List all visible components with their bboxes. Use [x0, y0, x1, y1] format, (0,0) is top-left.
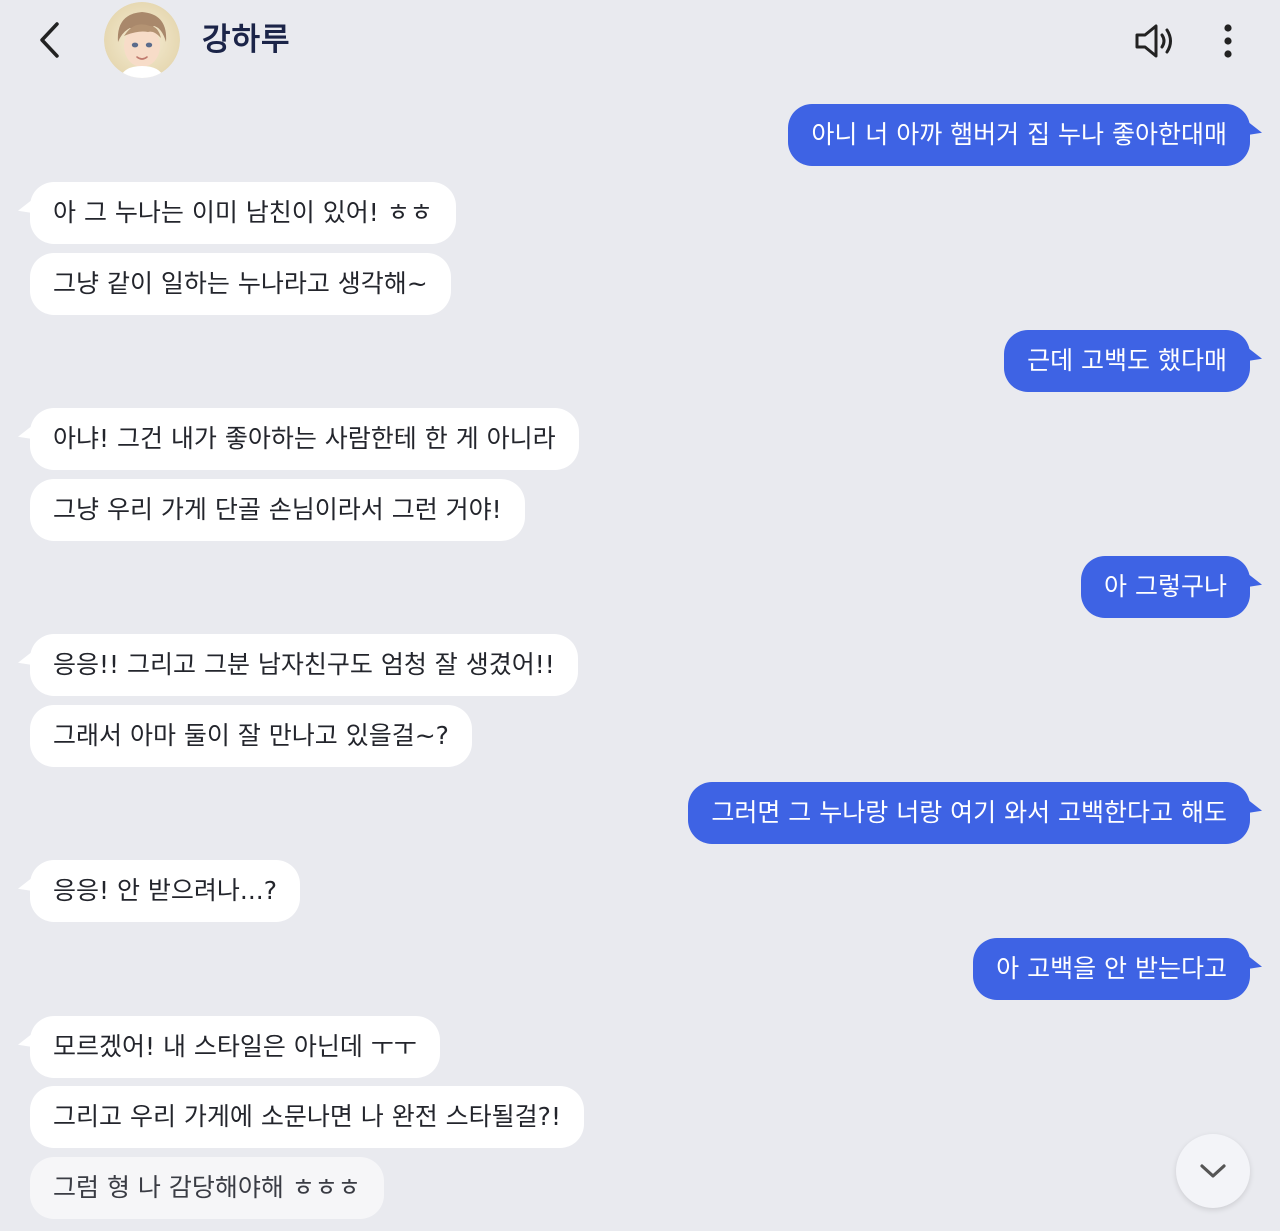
received-message[interactable]: 그래서 아마 둘이 잘 만나고 있을걸~? — [30, 705, 472, 767]
chevron-down-icon — [1200, 1164, 1226, 1178]
received-message[interactable]: 그럼 형 나 감당해야해 ㅎㅎㅎ — [30, 1157, 384, 1219]
sound-button[interactable] — [1130, 18, 1178, 64]
more-vertical-icon — [1224, 24, 1232, 58]
sent-message[interactable]: 아니 너 아까 햄버거 집 누나 좋아한대매 — [788, 104, 1250, 166]
sent-message[interactable]: 그러면 그 누나랑 너랑 여기 와서 고백한다고 해도 — [688, 782, 1250, 844]
avatar[interactable] — [104, 2, 180, 78]
sent-message[interactable]: 아 그렇구나 — [1081, 556, 1250, 618]
chat-header: 강하루 — [0, 0, 1280, 82]
back-button[interactable] — [28, 18, 72, 62]
received-message[interactable]: 그냥 우리 가게 단골 손님이라서 그런 거야! — [30, 479, 525, 541]
speaker-icon — [1135, 24, 1172, 58]
received-message[interactable]: 모르겠어! 내 스타일은 아닌데 ㅜㅜ — [30, 1016, 440, 1078]
received-message[interactable]: 응응! 안 받으려나...? — [30, 860, 301, 922]
received-message[interactable]: 그냥 같이 일하는 누나라고 생각해~ — [30, 253, 451, 315]
more-options-button[interactable] — [1206, 18, 1250, 64]
received-message[interactable]: 그리고 우리 가게에 소문나면 나 완전 스타될걸?! — [30, 1086, 584, 1148]
sent-message[interactable]: 아 고백을 안 받는다고 — [973, 938, 1250, 1000]
chevron-left-icon — [40, 22, 59, 58]
sent-message[interactable]: 근데 고백도 했다매 — [1004, 330, 1250, 392]
scroll-to-bottom-button[interactable] — [1176, 1134, 1250, 1208]
received-message[interactable]: 아 그 누나는 이미 남친이 있어! ㅎㅎ — [30, 182, 456, 244]
chat-title: 강하루 — [202, 22, 291, 58]
received-message[interactable]: 응응!! 그리고 그분 남자친구도 엄청 잘 생겼어!! — [30, 634, 578, 696]
received-message[interactable]: 아냐! 그건 내가 좋아하는 사람한테 한 게 아니라 — [30, 408, 579, 470]
